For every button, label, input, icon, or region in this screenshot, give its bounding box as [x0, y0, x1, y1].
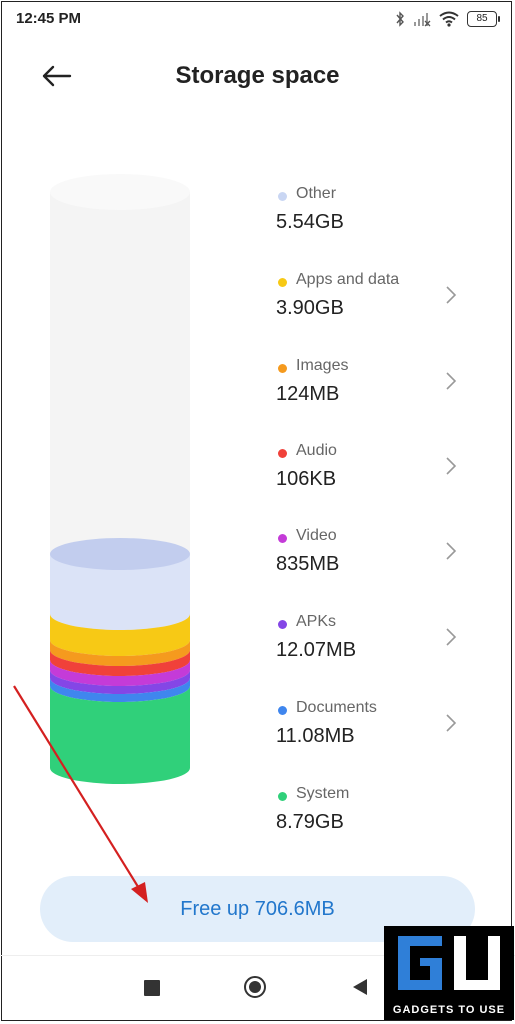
legend-value: 8.79GB	[276, 811, 344, 833]
legend-label: Audio	[296, 442, 337, 459]
legend-value: 3.90GB	[276, 297, 344, 319]
status-time: 12:45 PM	[16, 10, 82, 27]
legend-item-other: Other 5.54GB	[276, 184, 476, 244]
legend-label: Documents	[296, 699, 377, 716]
legend-value: 11.08MB	[276, 725, 355, 747]
legend-value: 835MB	[276, 553, 340, 575]
legend-value: 5.54GB	[276, 211, 344, 233]
legend-item-audio[interactable]: Audio 106KB	[276, 441, 476, 501]
legend-label: Apps and data	[296, 271, 400, 288]
legend-dot	[278, 364, 287, 373]
battery-icon: 85	[467, 11, 500, 27]
legend-label: System	[296, 785, 350, 802]
legend-value: 106KB	[276, 468, 337, 490]
status-icons: 85	[395, 9, 500, 29]
home-icon[interactable]	[244, 976, 266, 998]
chevron-right-icon	[446, 457, 457, 475]
wifi-icon	[439, 11, 459, 27]
legend-dot	[278, 706, 287, 715]
legend-dot	[278, 620, 287, 629]
legend-value: 12.07MB	[276, 639, 357, 661]
legend-item-video[interactable]: Video 835MB	[276, 526, 476, 586]
chevron-right-icon	[446, 372, 457, 390]
status-bar: 12:45 PM 85	[0, 0, 515, 38]
legend-label: Other	[296, 185, 337, 202]
legend-item-documents[interactable]: Documents 11.08MB	[276, 698, 476, 758]
segment-other-top	[50, 538, 190, 570]
gadgets-to-use-logo-icon	[398, 936, 500, 990]
back-icon[interactable]	[352, 978, 368, 996]
legend-label: Video	[296, 527, 337, 544]
legend-item-images[interactable]: Images 124MB	[276, 356, 476, 416]
legend-item-apps-and-data[interactable]: Apps and data 3.90GB	[276, 270, 476, 330]
legend-dot	[278, 792, 287, 801]
watermark-caption: GADGETS TO USE	[392, 1004, 506, 1016]
legend-item-apks[interactable]: APKs 12.07MB	[276, 612, 476, 672]
chevron-right-icon	[446, 542, 457, 560]
legend-value: 124MB	[276, 383, 340, 405]
cylinder-top	[50, 174, 190, 210]
legend-dot	[278, 449, 287, 458]
legend-item-system: System 8.79GB	[276, 784, 476, 844]
page-title: Storage space	[175, 62, 340, 89]
signal-off-icon	[414, 13, 431, 27]
legend-label: APKs	[296, 613, 337, 630]
legend-label: Images	[296, 357, 349, 374]
bluetooth-icon	[396, 11, 404, 27]
legend-dot	[278, 278, 287, 287]
legend-dot	[278, 534, 287, 543]
chevron-right-icon	[446, 714, 457, 732]
chevron-right-icon	[446, 286, 457, 304]
app-header: Storage space	[0, 50, 515, 104]
storage-cylinder-chart	[50, 174, 190, 784]
chevron-right-icon	[446, 628, 457, 646]
legend-dot	[278, 192, 287, 201]
recents-icon[interactable]	[144, 980, 160, 996]
watermark-logo: GADGETS TO USE	[384, 926, 514, 1020]
